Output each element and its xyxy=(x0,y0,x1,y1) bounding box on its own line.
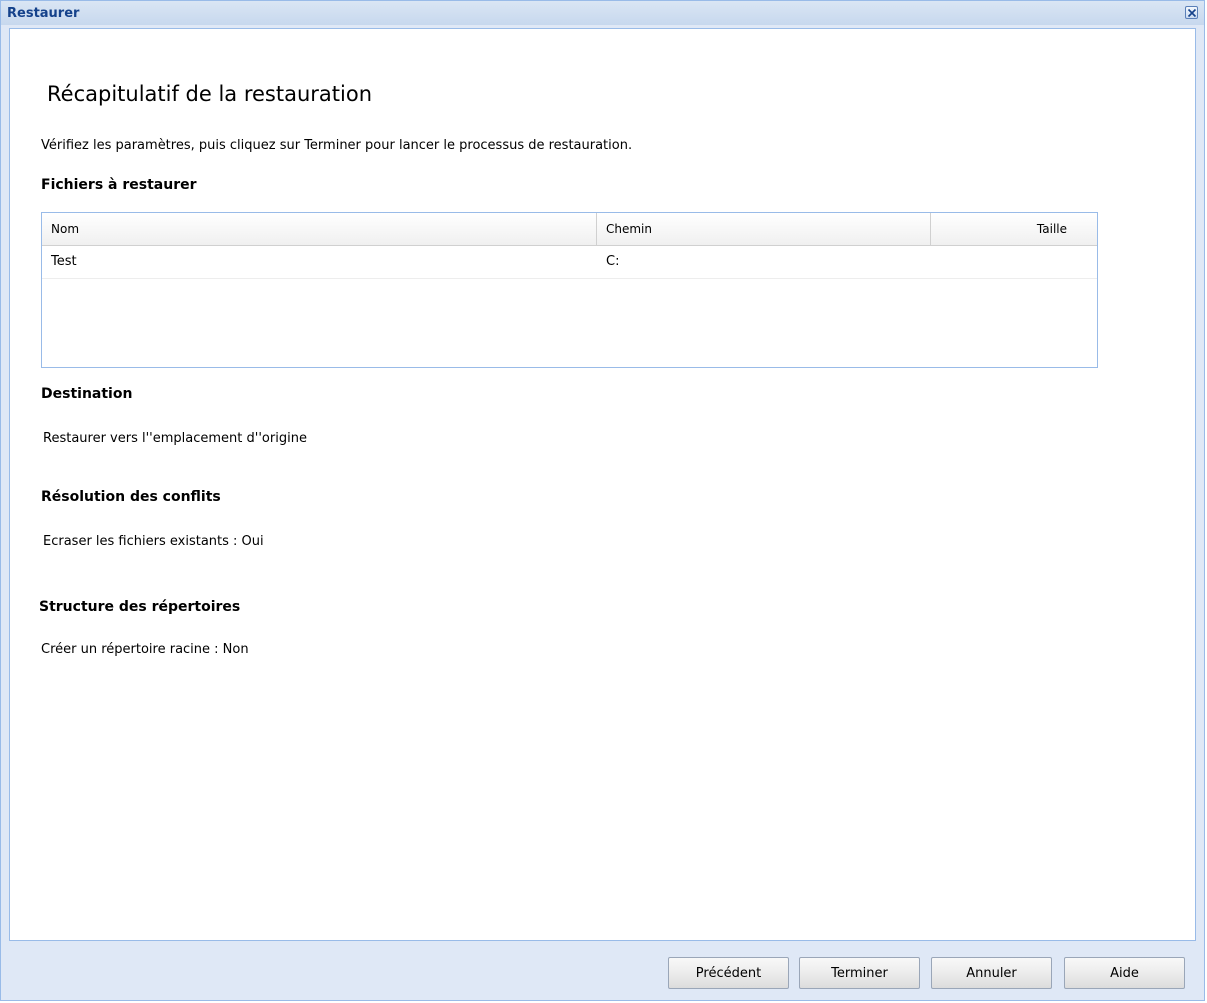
dialog-title: Restaurer xyxy=(7,6,80,21)
files-grid: Nom Chemin Taille Test C: xyxy=(41,212,1098,368)
column-header-size[interactable]: Taille xyxy=(931,213,1097,245)
help-button[interactable]: Aide xyxy=(1064,957,1185,989)
column-header-path[interactable]: Chemin xyxy=(597,213,931,245)
dialog-body: Récapitulatif de la restauration Vérifie… xyxy=(9,28,1196,941)
dialog-footer: Précédent Terminer Annuler Aide xyxy=(9,941,1196,997)
conflicts-value: Ecraser les fichiers existants : Oui xyxy=(43,534,264,549)
cell-name: Test xyxy=(51,254,77,269)
close-button[interactable] xyxy=(1185,6,1198,19)
cell-path: C: xyxy=(606,254,620,269)
cancel-button[interactable]: Annuler xyxy=(931,957,1052,989)
restore-dialog: Restaurer Récapitulatif de la restaurati… xyxy=(0,0,1205,1001)
structure-section-label: Structure des répertoires xyxy=(39,599,241,615)
grid-header: Nom Chemin Taille xyxy=(42,213,1097,246)
destination-section-label: Destination xyxy=(41,386,133,402)
close-icon xyxy=(1187,8,1197,18)
cell-size xyxy=(931,246,1097,278)
structure-value: Créer un répertoire racine : Non xyxy=(41,642,249,657)
instructions-text: Vérifiez les paramètres, puis cliquez su… xyxy=(41,138,633,153)
table-row[interactable]: Test C: xyxy=(42,246,1097,279)
finish-button[interactable]: Terminer xyxy=(799,957,920,989)
previous-button[interactable]: Précédent xyxy=(668,957,789,989)
dialog-titlebar[interactable]: Restaurer xyxy=(1,1,1204,25)
page-title: Récapitulatif de la restauration xyxy=(47,82,373,106)
files-section-label: Fichiers à restaurer xyxy=(41,177,197,193)
conflicts-section-label: Résolution des conflits xyxy=(41,489,221,505)
column-header-name[interactable]: Nom xyxy=(42,213,597,245)
destination-value: Restaurer vers l''emplacement d''origine xyxy=(43,431,307,446)
